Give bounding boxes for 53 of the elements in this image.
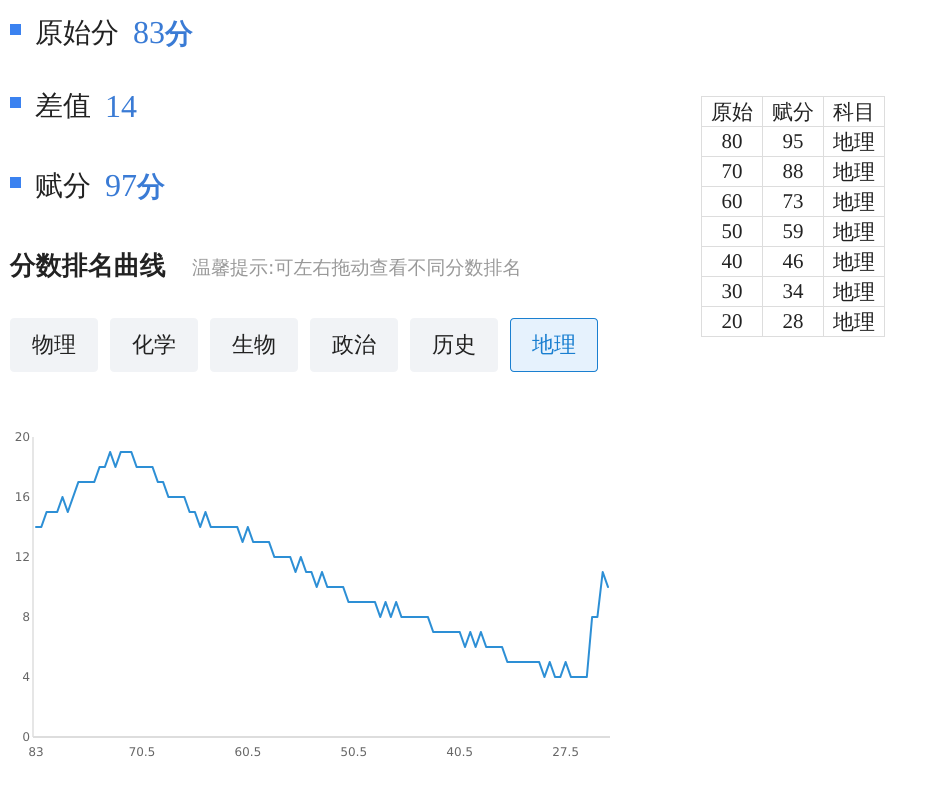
table-cell: 34 bbox=[762, 276, 824, 306]
column-header: 科目 bbox=[824, 96, 884, 126]
column-header: 原始 bbox=[702, 96, 762, 126]
x-tick-label: 60.5 bbox=[234, 745, 262, 759]
bullet-icon bbox=[10, 24, 21, 34]
table-cell: 95 bbox=[762, 126, 824, 156]
table-cell: 地理 bbox=[824, 306, 884, 336]
column-header: 赋分 bbox=[762, 96, 824, 126]
y-tick-label: 8 bbox=[22, 610, 30, 624]
x-tick-label: 70.5 bbox=[128, 745, 156, 759]
table-cell: 地理 bbox=[824, 156, 884, 186]
table-cell: 20 bbox=[702, 306, 762, 336]
subject-tab[interactable]: 化学 bbox=[110, 318, 198, 372]
table-cell: 60 bbox=[702, 186, 762, 216]
y-tick-label: 4 bbox=[22, 670, 30, 684]
subject-tab[interactable]: 物理 bbox=[10, 318, 98, 372]
table-cell: 70 bbox=[702, 156, 762, 186]
table-cell: 地理 bbox=[824, 216, 884, 246]
table-cell: 80 bbox=[702, 126, 762, 156]
table-cell: 46 bbox=[762, 246, 824, 276]
score-label: 原始分 bbox=[35, 15, 119, 51]
bullet-icon bbox=[10, 96, 21, 108]
hint-text: 温馨提示:可左右拖动查看不同分数排名 bbox=[192, 256, 522, 281]
x-tick-label: 83 bbox=[28, 745, 44, 759]
x-tick-label: 50.5 bbox=[340, 745, 368, 759]
table-cell: 地理 bbox=[824, 126, 884, 156]
x-tick-label: 40.5 bbox=[446, 745, 474, 759]
table-cell: 59 bbox=[762, 216, 824, 246]
subject-tab[interactable]: 政治 bbox=[310, 318, 398, 372]
table-cell: 40 bbox=[702, 246, 762, 276]
score-label: 差值 bbox=[35, 88, 91, 124]
y-tick-label: 12 bbox=[14, 550, 30, 564]
section-title: 分数排名曲线 bbox=[10, 250, 166, 283]
subject-tab[interactable]: 历史 bbox=[410, 318, 498, 372]
table-cell: 88 bbox=[762, 156, 824, 186]
y-tick-label: 16 bbox=[14, 490, 30, 504]
x-tick-label: 27.5 bbox=[552, 745, 579, 759]
score-value: 14 bbox=[105, 88, 137, 124]
table-cell: 地理 bbox=[824, 246, 884, 276]
table-cell: 73 bbox=[762, 186, 824, 216]
score-label: 赋分 bbox=[35, 168, 91, 204]
table-cell: 30 bbox=[702, 276, 762, 306]
y-tick-label: 20 bbox=[14, 430, 30, 444]
y-tick-label: 0 bbox=[22, 730, 30, 744]
table-cell: 50 bbox=[702, 216, 762, 246]
score-value: 97分 bbox=[105, 166, 165, 204]
table-cell: 地理 bbox=[824, 276, 884, 306]
bullet-icon bbox=[10, 176, 21, 188]
table-cell: 28 bbox=[762, 306, 824, 336]
table-cell: 地理 bbox=[824, 186, 884, 216]
subject-tab[interactable]: 地理 bbox=[510, 318, 598, 372]
subject-tab[interactable]: 生物 bbox=[210, 318, 298, 372]
score-value: 83分 bbox=[133, 14, 193, 52]
